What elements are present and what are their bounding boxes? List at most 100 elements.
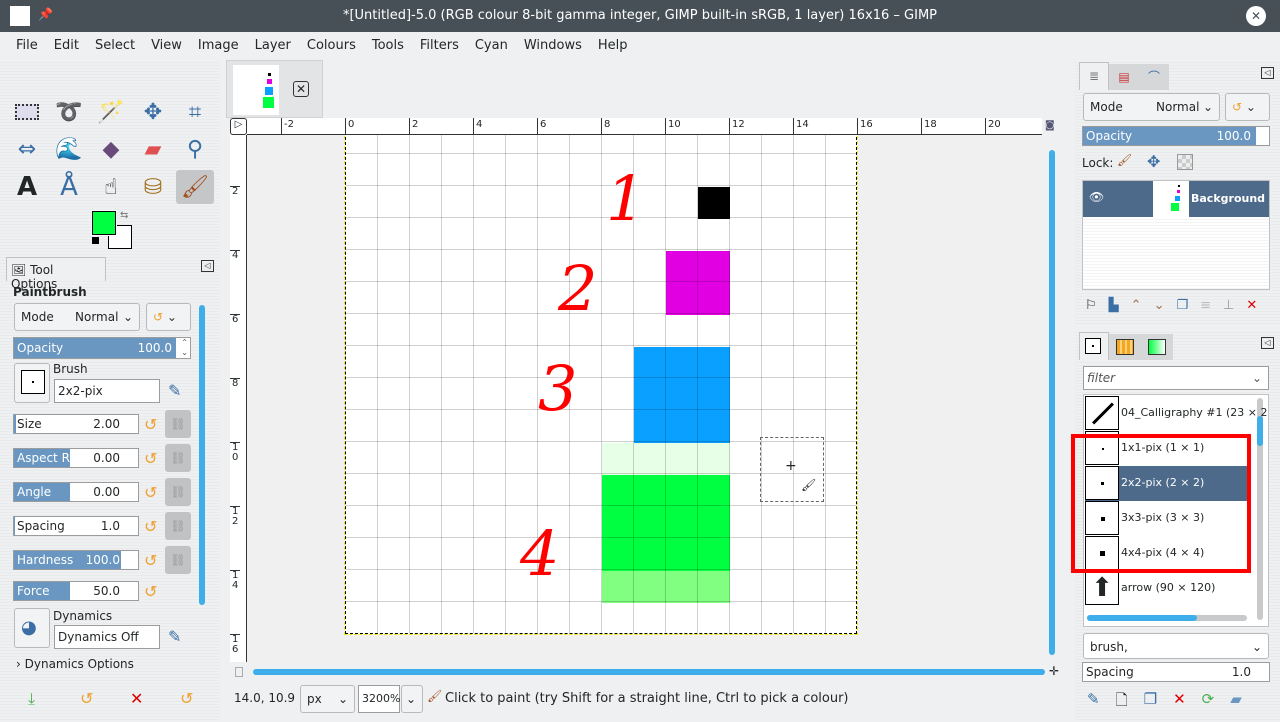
tab-gradients[interactable]: [1141, 334, 1173, 360]
aspect-link-icon[interactable]: ⛓: [165, 444, 191, 472]
warp-tool-icon[interactable]: 🌊: [50, 132, 88, 166]
crop-tool-icon[interactable]: ⌗: [176, 95, 214, 129]
duplicate-layer-icon[interactable]: ❐: [1176, 298, 1188, 313]
eraser-tool-icon[interactable]: ▰: [134, 132, 172, 166]
layer-composite-dropdown[interactable]: ↺ ⌄: [1225, 93, 1270, 121]
menu-file[interactable]: File: [8, 32, 46, 60]
menu-view[interactable]: View: [143, 32, 190, 60]
new-layer-group-icon[interactable]: ⚐: [1085, 298, 1097, 313]
brush-list-hscrollbar[interactable]: [1087, 615, 1247, 621]
visibility-eye-icon[interactable]: 👁: [1089, 190, 1104, 204]
reset-options-icon[interactable]: ↺: [180, 689, 193, 708]
angle-link-icon[interactable]: ⛓: [165, 478, 191, 506]
unit-dropdown[interactable]: px ⌄: [300, 685, 355, 713]
tab-brushes[interactable]: [1079, 332, 1109, 360]
menu-filters[interactable]: Filters: [412, 32, 467, 60]
menu-edit[interactable]: Edit: [46, 32, 87, 60]
lock-pixels-icon[interactable]: 🖌: [1117, 153, 1132, 167]
flip-tool-icon[interactable]: ⇔: [8, 132, 46, 166]
save-options-icon[interactable]: ⤓: [28, 689, 35, 709]
size-reset-icon[interactable]: ↺: [144, 415, 157, 434]
navigation-icon[interactable]: ✛: [1049, 664, 1059, 678]
layer-opacity-slider[interactable]: Opacity 100.0: [1082, 126, 1270, 146]
close-window-icon[interactable]: ✕: [1246, 6, 1266, 26]
clone-tool-icon[interactable]: ⛁: [134, 170, 172, 204]
swap-colors-icon[interactable]: ⇆: [120, 210, 128, 221]
horizontal-scrollbar[interactable]: [253, 669, 1045, 675]
force-reset-icon[interactable]: ↺: [144, 582, 157, 601]
angle-slider[interactable]: Angle 0.00: [13, 482, 139, 502]
menu-cyan[interactable]: Cyan: [467, 32, 516, 60]
brush-list-scrollbar[interactable]: [1257, 398, 1263, 620]
edit-brush-action-icon[interactable]: ✎: [1087, 690, 1100, 715]
delete-options-icon[interactable]: ✕: [130, 689, 143, 708]
delete-brush-icon[interactable]: ✕: [1173, 690, 1186, 715]
text-tool-icon[interactable]: A: [8, 170, 46, 204]
menu-help[interactable]: Help: [590, 32, 636, 60]
spacing-reset-icon[interactable]: ↺: [144, 517, 157, 536]
dynamics-button[interactable]: ◕: [14, 608, 50, 648]
gradient-tool-icon[interactable]: ◆: [92, 132, 130, 166]
brush-name-field[interactable]: 2x2-pix: [54, 379, 160, 403]
smudge-tool-icon[interactable]: ☝: [92, 170, 130, 204]
rect-select-tool-icon[interactable]: [8, 95, 46, 129]
default-colors-icon[interactable]: [92, 237, 99, 244]
new-layer-icon[interactable]: ▙: [1109, 298, 1119, 313]
canvas-area[interactable]: 1 2 3 4 + 🖌: [248, 135, 1043, 662]
menu-select[interactable]: Select: [87, 32, 143, 60]
lock-alpha-icon[interactable]: [1177, 154, 1193, 170]
hardness-slider[interactable]: Hardness 100.0: [13, 550, 139, 570]
force-slider[interactable]: Force 50.0: [13, 581, 139, 601]
panel-menu-icon[interactable]: ◁: [201, 260, 214, 272]
opacity-slider[interactable]: Opacity 100.0 ⌃ ⌄: [13, 337, 191, 359]
merge-layer-icon[interactable]: ≡: [1200, 298, 1211, 313]
tool-options-scrollbar[interactable]: [199, 305, 205, 605]
menu-colours[interactable]: Colours: [299, 32, 364, 60]
quick-mask-menu-icon[interactable]: ▷: [230, 118, 247, 135]
vertical-scrollbar[interactable]: [1049, 150, 1055, 655]
edit-dynamics-icon[interactable]: ✎: [168, 627, 181, 646]
brush-tag-dropdown[interactable]: brush, ⌄: [1083, 633, 1269, 659]
brush-preview-button[interactable]: [14, 363, 50, 403]
angle-reset-icon[interactable]: ↺: [144, 483, 157, 502]
brush-filter-input[interactable]: filter ⌄: [1083, 366, 1269, 390]
foreground-color-swatch[interactable]: [91, 210, 117, 236]
mode-reset-dropdown[interactable]: ↺ ⌄: [146, 303, 191, 331]
layer-name[interactable]: Background: [1191, 192, 1265, 205]
duplicate-brush-icon[interactable]: ❐: [1144, 690, 1157, 715]
mode-dropdown[interactable]: Mode Normal ⌄: [14, 303, 140, 331]
spacing-slider[interactable]: Spacing 1.0: [13, 516, 139, 536]
edit-brush-icon[interactable]: ✎: [168, 381, 181, 400]
tab-tool-options[interactable]: 🖼 Tool Options: [6, 257, 106, 291]
dynamics-options-expander[interactable]: › Dynamics Options: [16, 657, 134, 671]
move-tool-icon[interactable]: ✥: [134, 95, 172, 129]
image-tab[interactable]: ✕: [226, 60, 323, 118]
zoom-fit-icon[interactable]: ◙: [1045, 120, 1055, 131]
layers-menu-icon[interactable]: ◁: [1261, 67, 1274, 79]
paths-tool-icon[interactable]: ⚲: [176, 132, 214, 166]
tab-paths[interactable]: ⌒: [1139, 64, 1169, 90]
size-slider[interactable]: Size 2.00: [13, 414, 139, 434]
brushes-menu-icon[interactable]: ◁: [1261, 337, 1274, 349]
menu-windows[interactable]: Windows: [516, 32, 590, 60]
lasso-tool-icon[interactable]: ➰: [50, 95, 88, 129]
hardness-link-icon[interactable]: ⛓: [165, 546, 191, 574]
hardness-reset-icon[interactable]: ↺: [144, 551, 157, 570]
zoom-field[interactable]: 3200%: [358, 685, 400, 713]
raise-layer-icon[interactable]: ⌃: [1131, 298, 1142, 313]
zoom-dropdown[interactable]: ⌄: [401, 685, 423, 713]
new-brush-icon[interactable]: 🗋: [1116, 690, 1128, 715]
brush-spacing-slider[interactable]: Spacing 1.0: [1082, 662, 1270, 682]
aspect-reset-icon[interactable]: ↺: [144, 449, 157, 468]
delete-layer-icon[interactable]: ✕: [1246, 298, 1257, 313]
lower-layer-icon[interactable]: ⌄: [1154, 298, 1165, 313]
tab-patterns[interactable]: [1109, 334, 1141, 360]
navigate-icon[interactable]: [235, 667, 243, 677]
layer-row-background[interactable]: 👁 Background: [1083, 181, 1269, 217]
brush-item[interactable]: 04_Calligraphy #1 (23 × 2: [1085, 396, 1268, 431]
paintbrush-tool-icon[interactable]: 🖌: [176, 170, 214, 204]
fuzzy-select-tool-icon[interactable]: 🪄: [92, 95, 130, 129]
anchor-layer-icon[interactable]: ⊥: [1223, 298, 1234, 313]
open-brush-as-image-icon[interactable]: ▰: [1230, 690, 1242, 715]
dynamics-field[interactable]: Dynamics Off: [54, 625, 160, 649]
